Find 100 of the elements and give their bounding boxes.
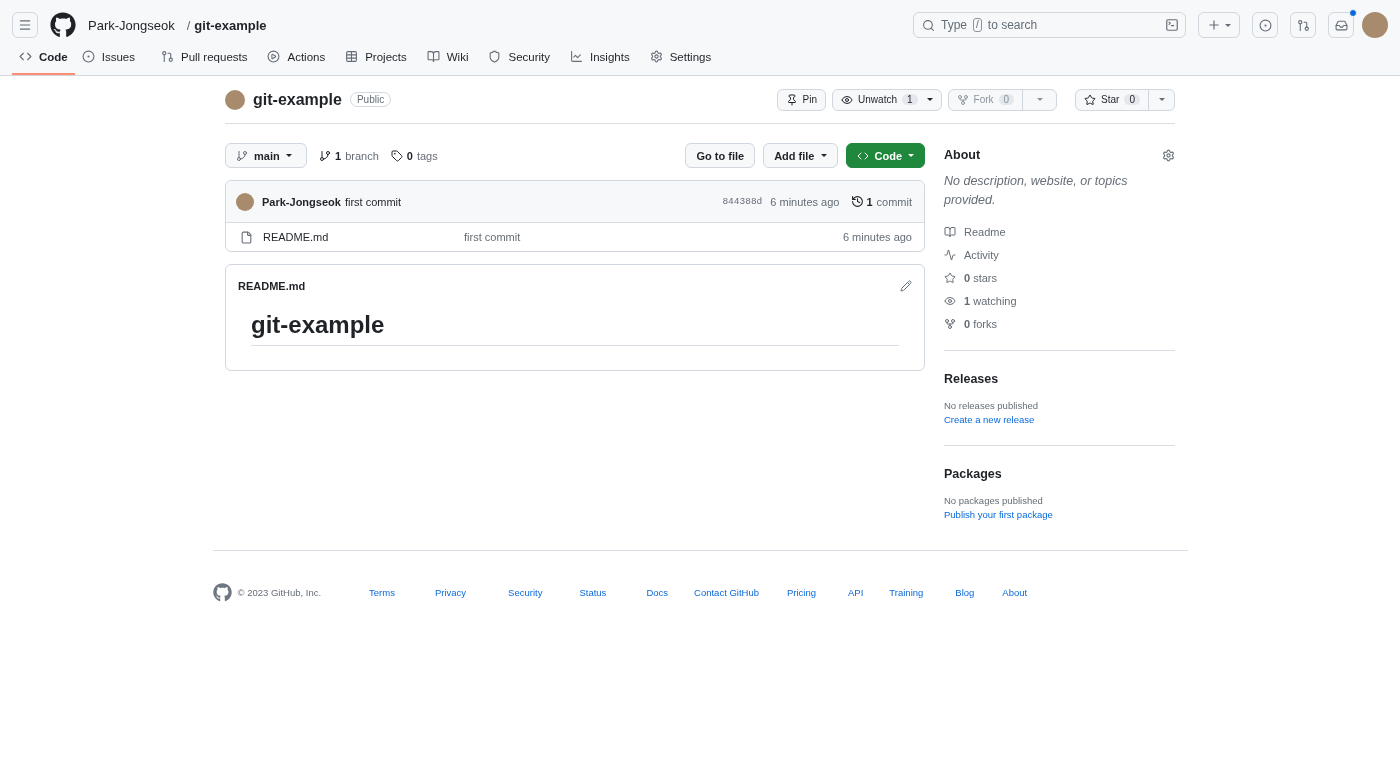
book-icon bbox=[426, 50, 440, 63]
command-palette-icon[interactable] bbox=[1165, 18, 1179, 32]
repo-link[interactable]: git-example bbox=[194, 17, 267, 33]
issue-circle-icon bbox=[1258, 18, 1272, 32]
footer-link[interactable]: Pricing bbox=[787, 587, 817, 598]
repo-tab[interactable]: Wiki bbox=[419, 50, 476, 75]
settings-icon[interactable] bbox=[1162, 148, 1175, 162]
search-hint: to search bbox=[987, 18, 1038, 32]
tags-link[interactable]: 0 tags bbox=[390, 149, 438, 162]
star-icon bbox=[944, 271, 956, 284]
play-circle-icon bbox=[267, 50, 281, 63]
issue-circle-icon bbox=[81, 50, 95, 63]
star-icon bbox=[1084, 93, 1097, 106]
branches-link[interactable]: 1 branch bbox=[319, 149, 379, 162]
section-text: No releases published bbox=[944, 400, 1039, 411]
caret-icon bbox=[285, 154, 292, 157]
repo-tab[interactable]: Insights bbox=[563, 50, 637, 75]
watchers-link[interactable]: 1 watching bbox=[944, 289, 1175, 312]
readme-heading: git-example bbox=[251, 311, 899, 346]
footer-link[interactable]: Contact GitHub bbox=[694, 587, 759, 598]
pull-request-icon bbox=[1296, 18, 1310, 32]
action-label: Star bbox=[1101, 94, 1120, 105]
create-new-button[interactable] bbox=[1198, 12, 1240, 38]
footer-link[interactable]: About bbox=[1002, 587, 1028, 598]
commit-sha[interactable]: 844388d bbox=[722, 196, 763, 207]
owner-avatar[interactable] bbox=[225, 89, 245, 110]
search-hint: Type bbox=[941, 18, 967, 32]
footer-link[interactable]: Security bbox=[508, 587, 543, 598]
edit-icon[interactable] bbox=[900, 280, 912, 292]
tag-icon bbox=[390, 149, 403, 162]
link-text: 0 forks bbox=[964, 317, 998, 330]
repo-tab[interactable]: Code bbox=[12, 50, 75, 75]
footer-link[interactable]: Terms bbox=[369, 587, 395, 598]
eye-icon bbox=[841, 93, 854, 106]
search-field[interactable]: Type / to search bbox=[913, 12, 1186, 38]
file-icon bbox=[240, 230, 253, 244]
pull-requests-button[interactable] bbox=[1290, 12, 1316, 38]
footer-link[interactable]: API bbox=[848, 587, 864, 598]
activity-link[interactable]: Activity bbox=[944, 243, 1175, 266]
code-button[interactable]: Code bbox=[845, 143, 925, 168]
github-logo-icon[interactable] bbox=[50, 12, 76, 38]
issues-button[interactable] bbox=[1252, 12, 1278, 38]
repo-tab[interactable]: Security bbox=[481, 50, 557, 75]
section-link[interactable]: Publish your first package bbox=[944, 509, 1175, 520]
commit-count-link[interactable]: 1 commit bbox=[866, 195, 912, 208]
action-counter: 1 bbox=[901, 94, 918, 105]
stars-link[interactable]: 0 stars bbox=[944, 266, 1175, 289]
breadcrumb-separator: / bbox=[186, 17, 191, 33]
link-text: Readme bbox=[964, 225, 1006, 238]
pin-button[interactable]: Pin bbox=[776, 88, 827, 111]
action-label: Pin bbox=[802, 94, 818, 105]
menu-icon bbox=[18, 18, 32, 32]
repo-tab[interactable]: Settings bbox=[642, 50, 719, 75]
fork-icon bbox=[956, 93, 969, 106]
readme-filename[interactable]: README.md bbox=[238, 280, 306, 292]
file-name[interactable]: README.md bbox=[263, 231, 464, 243]
user-avatar[interactable] bbox=[1362, 12, 1388, 38]
table-icon bbox=[345, 50, 359, 63]
pulse-icon bbox=[944, 248, 956, 261]
caret-icon bbox=[908, 154, 914, 157]
section-text: No packages published bbox=[944, 495, 1044, 506]
footer-link[interactable]: Blog bbox=[955, 587, 975, 598]
caret-icon bbox=[1158, 98, 1165, 101]
add-file-button[interactable]: Add file bbox=[763, 143, 838, 168]
file-commit-time: 6 minutes ago bbox=[842, 231, 912, 243]
repo-tab[interactable]: Issues bbox=[74, 50, 142, 75]
pull-request-icon bbox=[161, 50, 174, 63]
watch-button[interactable]: Unwatch 1 bbox=[832, 88, 942, 111]
section-link[interactable]: Create a new release bbox=[944, 414, 1175, 425]
readme-link[interactable]: Readme bbox=[944, 220, 1175, 243]
branch-icon bbox=[236, 149, 248, 162]
star-button[interactable]: Star 0 bbox=[1075, 88, 1175, 111]
book-icon bbox=[944, 225, 956, 238]
repo-tab[interactable]: Actions bbox=[260, 50, 333, 75]
author-avatar[interactable] bbox=[236, 192, 254, 211]
file-commit-message[interactable]: first commit bbox=[464, 231, 843, 243]
owner-link[interactable]: Park-Jongseok bbox=[88, 17, 175, 33]
footer-link[interactable]: Training bbox=[889, 587, 924, 598]
repo-tab[interactable]: Pull requests bbox=[154, 50, 255, 75]
menu-button[interactable] bbox=[12, 12, 38, 38]
commit-author[interactable]: Park-Jongseok bbox=[262, 195, 341, 208]
plus-icon bbox=[1207, 18, 1221, 32]
go-to-file-button[interactable]: Go to file bbox=[685, 143, 756, 168]
branch-select-button[interactable]: main bbox=[225, 143, 307, 168]
line-graph-icon bbox=[570, 50, 583, 63]
footer-link[interactable]: Privacy bbox=[434, 587, 467, 598]
commit-time: 6 minutes ago bbox=[770, 195, 840, 208]
caret-icon bbox=[926, 98, 933, 101]
action-counter: 0 bbox=[1124, 94, 1140, 105]
repo-name[interactable]: git-example bbox=[253, 90, 342, 109]
commit-message[interactable]: first commit bbox=[344, 195, 402, 208]
shield-icon bbox=[488, 50, 502, 63]
section-title: Packages bbox=[944, 467, 1003, 481]
footer-link[interactable]: Status bbox=[579, 587, 607, 598]
inbox-button[interactable] bbox=[1328, 12, 1354, 38]
footer-link[interactable]: Docs bbox=[646, 587, 669, 598]
repo-tab[interactable]: Projects bbox=[338, 50, 414, 75]
caret-icon bbox=[820, 154, 827, 157]
forks-link[interactable]: 0 forks bbox=[944, 312, 1175, 335]
about-description: No description, website, or topics provided. bbox=[944, 173, 1129, 209]
